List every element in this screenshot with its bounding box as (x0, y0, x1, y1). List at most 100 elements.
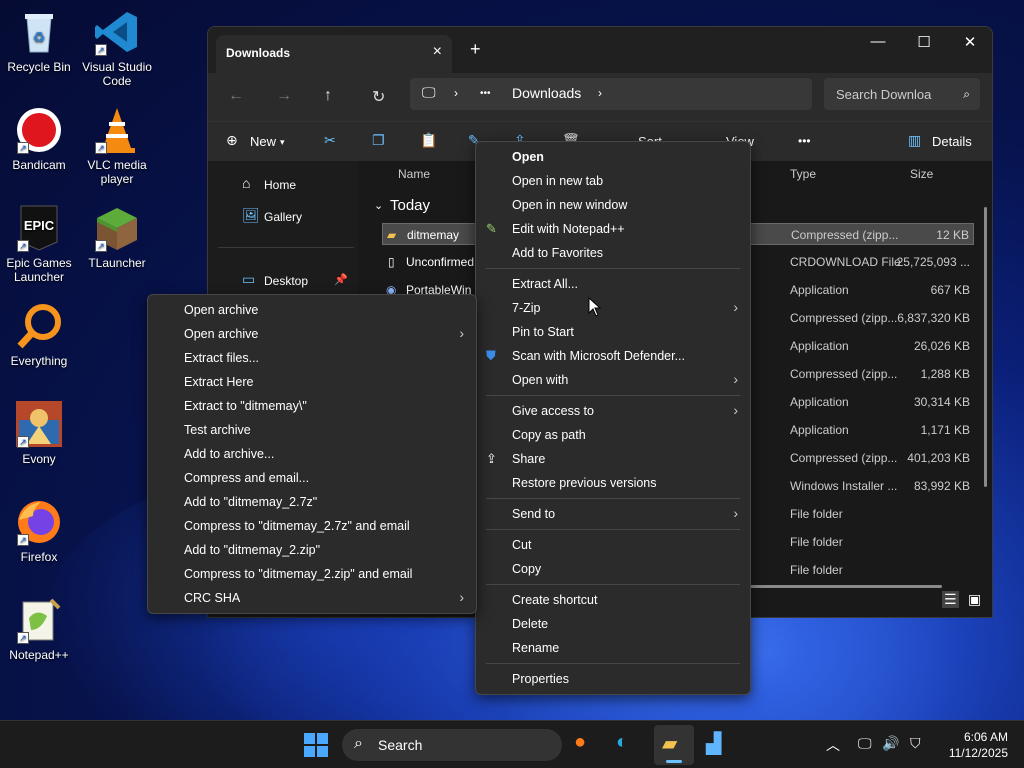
close-window-icon[interactable]: ✕ (960, 33, 980, 51)
nav-item-gallery[interactable]: Gallery (264, 210, 302, 224)
search-box[interactable]: Search Downloa ⌕ (824, 78, 980, 110)
details-button[interactable]: Details (932, 134, 972, 149)
column-header-type[interactable]: Type (790, 167, 816, 181)
edge-icon[interactable]: ◐ (616, 731, 628, 754)
submenu-item-extract-files[interactable]: Extract files... (148, 346, 476, 370)
photos-icon[interactable]: ▟ (706, 731, 721, 756)
menu-item-delete[interactable]: Delete (476, 612, 750, 636)
menu-item-edit-notepadpp[interactable]: ✎ Edit with Notepad++ (476, 217, 750, 241)
menu-item-cut[interactable]: Cut (476, 533, 750, 557)
desktop-icon-tlauncher[interactable]: ↗ TLauncher (78, 204, 156, 270)
back-arrow-icon[interactable]: ← (228, 87, 244, 105)
desktop-icon-evony[interactable]: ↗ Evony (0, 400, 78, 466)
details-pane-icon[interactable]: ▥ (908, 132, 921, 149)
menu-item-restore-versions[interactable]: Restore previous versions (476, 471, 750, 495)
menu-item-open-with[interactable]: Open with › (476, 368, 750, 392)
menu-item-open-new-tab[interactable]: Open in new tab (476, 169, 750, 193)
file-type: CRDOWNLOAD File (790, 255, 901, 269)
menu-item-properties[interactable]: Properties (476, 667, 750, 691)
search-input[interactable]: Search Downloa (836, 87, 931, 102)
taskbar-search[interactable]: ⌕ Search (342, 729, 562, 761)
breadcrumb[interactable]: 🖵 › ••• Downloads › (410, 78, 812, 110)
maximize-icon[interactable]: ☐ (914, 33, 934, 51)
nav-divider (218, 247, 354, 248)
menu-item-open-new-window[interactable]: Open in new window (476, 193, 750, 217)
desktop-icon-bandicam[interactable]: ↗ Bandicam (0, 106, 78, 172)
computer-icon: 🖵 (422, 84, 436, 100)
copy-icon[interactable]: ❐ (372, 132, 385, 149)
menu-item-rename[interactable]: Rename (476, 636, 750, 660)
desktop-icon-everything[interactable]: Everything (0, 302, 78, 368)
menu-item-send-to[interactable]: Send to › (476, 502, 750, 526)
menu-item-scan-defender[interactable]: ⛊ Scan with Microsoft Defender... (476, 344, 750, 368)
submenu-item-compress-email[interactable]: Compress and email... (148, 466, 476, 490)
shortcut-arrow-icon: ↗ (95, 240, 107, 252)
menu-item-open[interactable]: Open (476, 145, 750, 169)
taskbar-file-explorer-active[interactable]: ▰ (654, 725, 694, 765)
paste-icon[interactable]: 📋 (420, 132, 437, 149)
desktop-icon-notepadpp[interactable]: ↗ Notepad++ (0, 596, 78, 662)
close-tab-icon[interactable]: × (433, 43, 442, 61)
chevron-up-icon[interactable]: ︿ (826, 735, 840, 755)
breadcrumb-overflow[interactable]: ••• (480, 88, 491, 99)
volume-icon[interactable]: 🔊 (882, 735, 899, 752)
submenu-item-crc-sha[interactable]: CRC SHA › (148, 586, 476, 610)
pin-icon[interactable]: 📌 (334, 273, 348, 286)
network-icon[interactable]: 🖵 (858, 735, 872, 752)
submenu-item-open-archive-as[interactable]: Open archive › (148, 322, 476, 346)
firefox-icon[interactable]: ● (574, 731, 586, 754)
horizontal-scrollbar[interactable] (738, 585, 942, 588)
submenu-item-extract-to-folder[interactable]: Extract to "ditmemay\" (148, 394, 476, 418)
submenu-item-extract-here[interactable]: Extract Here (148, 370, 476, 394)
more-options-button[interactable]: ••• (798, 134, 811, 148)
menu-item-copy[interactable]: Copy (476, 557, 750, 581)
submenu-item-open-archive[interactable]: Open archive (148, 298, 476, 322)
column-header-size[interactable]: Size (910, 167, 933, 181)
breadcrumb-downloads[interactable]: Downloads (512, 85, 581, 101)
clock-date: 11/12/2025 (948, 746, 1008, 760)
desktop-icon-epic-games[interactable]: EPIC ↗ Epic Games Launcher (0, 204, 78, 284)
menu-item-copy-as-path[interactable]: Copy as path (476, 423, 750, 447)
column-header-name[interactable]: Name (398, 167, 430, 181)
menu-item-give-access[interactable]: Give access to › (476, 399, 750, 423)
submenu-item-add-7z[interactable]: Add to "ditmemay_2.7z" (148, 490, 476, 514)
new-button[interactable]: New (250, 134, 276, 149)
start-windows-icon[interactable] (304, 733, 328, 760)
new-tab-plus-icon[interactable]: + (470, 39, 481, 60)
desktop-icon-vscode[interactable]: ↗ Visual Studio Code (78, 8, 156, 88)
menu-item-share[interactable]: ⇪ Share (476, 447, 750, 471)
refresh-icon[interactable]: ↻ (372, 87, 385, 107)
submenu-item-compress-zip-email[interactable]: Compress to "ditmemay_2.zip" and email (148, 562, 476, 586)
nav-item-home[interactable]: Home (264, 178, 296, 192)
menu-item-pin-start[interactable]: Pin to Start (476, 320, 750, 344)
submenu-item-add-to-archive[interactable]: Add to archive... (148, 442, 476, 466)
desktop-icon-firefox[interactable]: ↗ Firefox (0, 498, 78, 564)
security-icon[interactable]: ⛉ (910, 735, 921, 752)
file-type: Application (790, 283, 849, 297)
chevron-down-icon[interactable]: ⌄ (374, 199, 383, 212)
menu-item-7zip[interactable]: 7-Zip › (476, 296, 750, 320)
menu-item-add-favorites[interactable]: Add to Favorites (476, 241, 750, 265)
nav-item-desktop[interactable]: Desktop (264, 274, 308, 288)
group-header-today[interactable]: Today (390, 197, 430, 214)
tiles-view-icon[interactable]: ▣ (968, 591, 981, 608)
forward-arrow-icon[interactable]: → (276, 87, 292, 105)
up-arrow-icon[interactable]: ↑ (324, 87, 332, 105)
menu-item-create-shortcut[interactable]: Create shortcut (476, 588, 750, 612)
system-clock[interactable]: 6:06 AM 11/12/2025 (949, 729, 1008, 761)
submenu-item-compress-7z-email[interactable]: Compress to "ditmemay_2.7z" and email (148, 514, 476, 538)
file-type: Windows Installer ... (790, 479, 898, 493)
desktop-icon-recycle-bin[interactable]: ♻ Recycle Bin (0, 8, 78, 74)
desktop-icon-label: VLC media player (87, 158, 147, 186)
new-plus-icon[interactable]: ⊕ (226, 132, 238, 149)
vertical-scrollbar[interactable] (984, 207, 987, 487)
menu-item-extract-all[interactable]: Extract All... (476, 272, 750, 296)
desktop-icon-vlc[interactable]: ↗ VLC media player (78, 106, 156, 186)
tab-downloads[interactable]: Downloads × (216, 35, 452, 73)
cut-icon[interactable]: ✂ (324, 132, 336, 149)
submenu-item-add-zip[interactable]: Add to "ditmemay_2.zip" (148, 538, 476, 562)
submenu-item-test-archive[interactable]: Test archive (148, 418, 476, 442)
recycle-bin-icon: ♻ (15, 8, 63, 56)
minimize-icon[interactable]: — (868, 33, 888, 50)
details-view-icon[interactable]: ☰ (942, 591, 959, 608)
